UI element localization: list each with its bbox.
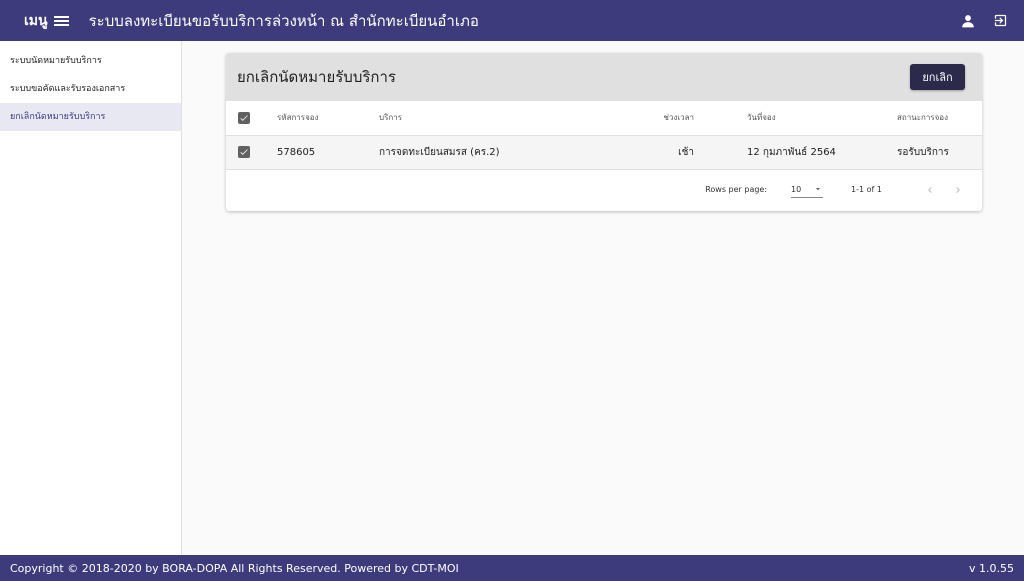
column-header-service[interactable]: บริการ bbox=[379, 101, 609, 136]
cancel-button[interactable]: ยกเลิก bbox=[910, 64, 965, 90]
top-app-bar: เมนู ระบบลงทะเบียนขอรับบริการล่วงหน้า ณ … bbox=[0, 0, 1024, 41]
logout-icon bbox=[994, 14, 1006, 27]
account-icon bbox=[962, 14, 974, 27]
copyright-text: Copyright © 2018-2020 by BORA-DOPA All R… bbox=[10, 561, 459, 575]
cell-date: 12 กุมภาพันธ์ 2564 bbox=[747, 135, 897, 170]
sidebar: ระบบนัดหมายรับบริการ ระบบขอคัดและรับรองเ… bbox=[0, 41, 182, 555]
app-title: ระบบลงทะเบียนขอรับบริการล่วงหน้า ณ สำนัก… bbox=[88, 11, 479, 30]
column-header-date[interactable]: วันที่จอง bbox=[747, 101, 897, 136]
rows-per-page-value: 10 bbox=[791, 184, 802, 194]
table-header-row: รหัสการจอง บริการ ช่วงเวลา วันที่จอง สถา… bbox=[226, 101, 982, 136]
menu-label: เมนู bbox=[24, 12, 48, 29]
row-checkbox[interactable] bbox=[238, 146, 250, 158]
column-header-status[interactable]: สถานะการจอง bbox=[897, 101, 982, 136]
next-page-button[interactable] bbox=[948, 180, 968, 200]
cell-time: เช้า bbox=[609, 135, 694, 170]
menu-button[interactable]: เมนู bbox=[24, 10, 69, 32]
pagination: Rows per page: 10 1-1 of 1 bbox=[226, 170, 982, 210]
sidebar-item-document-request[interactable]: ระบบขอคัดและรับรองเอกสาร bbox=[0, 75, 181, 103]
appointments-table: รหัสการจอง บริการ ช่วงเวลา วันที่จอง สถา… bbox=[226, 101, 982, 170]
version-text: v 1.0.55 bbox=[969, 561, 1014, 575]
logout-button[interactable] bbox=[984, 5, 1016, 37]
hamburger-icon bbox=[53, 15, 69, 27]
rows-per-page-label: Rows per page: bbox=[705, 185, 768, 194]
footer: Copyright © 2018-2020 by BORA-DOPA All R… bbox=[0, 555, 1024, 581]
sidebar-item-appointment[interactable]: ระบบนัดหมายรับบริการ bbox=[0, 47, 181, 75]
dropdown-arrow-icon bbox=[815, 188, 821, 191]
table-row[interactable]: 578605 การจดทะเบียนสมรส (คร.2) เช้า 12 ก… bbox=[226, 135, 982, 170]
sidebar-item-cancel-appointment[interactable]: ยกเลิกนัดหมายรับบริการ bbox=[0, 103, 181, 131]
check-icon bbox=[240, 149, 248, 155]
check-icon bbox=[240, 115, 248, 121]
page-range: 1-1 of 1 bbox=[851, 185, 882, 194]
cell-status: รอรับบริการ bbox=[897, 135, 982, 170]
column-header-time[interactable]: ช่วงเวลา bbox=[609, 101, 694, 136]
rows-per-page-select[interactable]: 10 bbox=[791, 182, 824, 198]
cell-code: 578605 bbox=[277, 135, 379, 170]
account-button[interactable] bbox=[952, 5, 984, 37]
previous-page-button[interactable] bbox=[920, 180, 940, 200]
chevron-left-icon bbox=[928, 186, 932, 193]
cell-service: การจดทะเบียนสมรส (คร.2) bbox=[379, 135, 609, 170]
card-title: ยกเลิกนัดหมายรับบริการ bbox=[237, 68, 396, 86]
card-header: ยกเลิกนัดหมายรับบริการ ยกเลิก bbox=[226, 53, 982, 101]
chevron-right-icon bbox=[956, 186, 960, 193]
select-all-checkbox[interactable] bbox=[238, 111, 250, 124]
cancel-appointment-card: ยกเลิกนัดหมายรับบริการ ยกเลิก รหัสการจอง… bbox=[226, 53, 982, 211]
column-header-code[interactable]: รหัสการจอง bbox=[277, 101, 379, 136]
